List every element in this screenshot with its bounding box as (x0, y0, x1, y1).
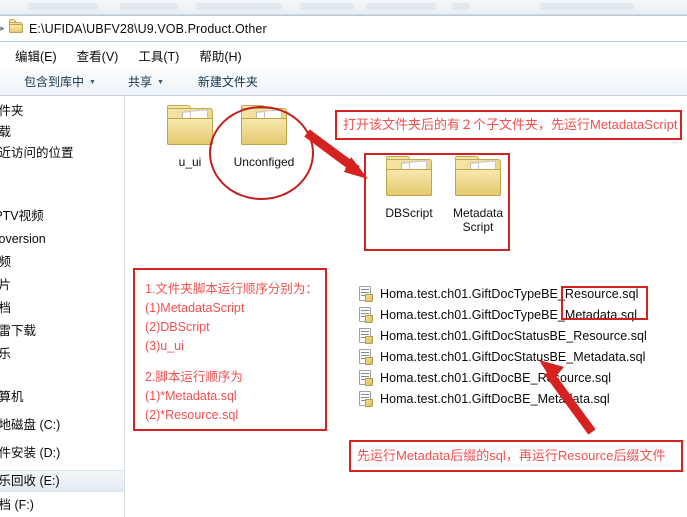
file-row[interactable]: Homa.test.ch01.GiftDocBE_Resource.sql (359, 370, 611, 386)
folder-icon (455, 156, 501, 196)
nav-item-music[interactable]: 音乐 (0, 347, 11, 362)
file-row[interactable]: Homa.test.ch01.GiftDocStatusBE_Resource.… (359, 328, 647, 344)
file-name: Homa.test.ch01.GiftDocStatusBE_Metadata.… (380, 350, 646, 364)
file-row[interactable]: Homa.test.ch01.GiftDocTypeBE_Resource.sq… (359, 286, 638, 302)
folder-tile-metadata-script[interactable]: Metadata Script (441, 156, 515, 234)
file-name: Homa.test.ch01.GiftDocBE_Metadata.sql (380, 392, 610, 406)
file-row[interactable]: Homa.test.ch01.GiftDocTypeBE_Metadata.sq… (359, 307, 637, 323)
address-path-text[interactable]: E:\UFIDA\UBFV28\U9.VOB.Product.Other (29, 22, 267, 36)
cmd-share[interactable]: 共享 ▼ (120, 70, 172, 93)
address-folder-icon (9, 18, 23, 38)
folder-icon (167, 105, 213, 145)
file-row[interactable]: Homa.test.ch01.GiftDocBE_Metadata.sql (359, 391, 610, 407)
folder-tile-unconfiged[interactable]: Unconfiged (227, 105, 301, 169)
command-bar: 包含到库中 ▼ 共享 ▼ 新建文件夹 (0, 68, 687, 96)
nav-item-drive-e-label: 娱乐回收 (E:) (0, 474, 60, 488)
folder-tile-metadata-script-label: Metadata Script (452, 206, 504, 234)
cmd-new-folder[interactable]: 新建文件夹 (190, 70, 266, 93)
cmd-include-in-library-label: 包含到库中 (24, 75, 85, 89)
nav-item-pictures[interactable]: 图片 (0, 278, 11, 293)
nav-item-drive-c[interactable]: 本地磁盘 (C:) (0, 418, 60, 433)
nav-item-folder[interactable]: 文件夹 (0, 104, 24, 119)
sql-file-icon (359, 307, 373, 323)
sql-file-icon (359, 328, 373, 344)
cmd-include-in-library[interactable]: 包含到库中 ▼ (16, 70, 104, 93)
nav-item-documents[interactable]: 文档 (0, 301, 11, 316)
chevron-down-icon: ▼ (156, 79, 164, 86)
nav-item-computer[interactable]: 计算机 (0, 390, 24, 405)
nav-item-drive-d[interactable]: 软件安装 (D:) (0, 446, 60, 461)
menu-view[interactable]: 查看(V) (68, 44, 128, 67)
chevron-down-icon: ▼ (89, 79, 96, 86)
navigation-pane[interactable]: 文件夹 下载 最近访问的位置 PPTV视频 Proversion 视频 图片 文… (0, 96, 125, 517)
folder-tile-dbscript-label: DBScript (385, 206, 433, 220)
folder-icon (241, 105, 287, 145)
sql-file-icon (359, 349, 373, 365)
menu-bar: 编辑(E) 查看(V) 工具(T) 帮助(H) (0, 43, 687, 68)
menu-tools[interactable]: 工具(T) (129, 44, 188, 67)
file-list-pane[interactable]: u_ui Unconfiged DBScript Metadata Script… (126, 96, 687, 517)
nav-item-recent-places[interactable]: 最近访问的位置 (0, 146, 74, 161)
folder-tile-u-ui-label: u_ui (178, 155, 202, 169)
nav-item-proversion[interactable]: Proversion (0, 232, 46, 247)
sql-file-icon (359, 391, 373, 407)
nav-item-thunder-downloads[interactable]: 迅雷下载 (0, 324, 36, 339)
breadcrumb-caret-icon[interactable]: ▸ (0, 24, 7, 33)
sql-file-icon (359, 370, 373, 386)
folder-icon (386, 156, 432, 196)
nav-item-videos[interactable]: 视频 (0, 255, 11, 270)
menu-help[interactable]: 帮助(H) (190, 44, 250, 67)
window-titlebar-strip (0, 0, 687, 15)
menu-edit[interactable]: 编辑(E) (6, 44, 66, 67)
file-row[interactable]: Homa.test.ch01.GiftDocStatusBE_Metadata.… (359, 349, 645, 365)
nav-item-downloads[interactable]: 下载 (0, 125, 11, 140)
file-name: Homa.test.ch01.GiftDocTypeBE_Metadata.sq… (380, 308, 638, 322)
nav-item-drive-e[interactable]: 娱乐回收 (E:) (0, 470, 124, 492)
cmd-share-label: 共享 (127, 75, 152, 89)
address-bar[interactable]: ▸ E:\UFIDA\UBFV28\U9.VOB.Product.Other (0, 15, 687, 42)
explorer-window: ▸ E:\UFIDA\UBFV28\U9.VOB.Product.Other 编… (0, 0, 687, 517)
folder-tile-unconfiged-label: Unconfiged (233, 155, 295, 169)
nav-item-pptv-video[interactable]: PPTV视频 (0, 209, 44, 224)
sql-file-icon (359, 286, 373, 302)
file-name: Homa.test.ch01.GiftDocBE_Resource.sql (380, 371, 612, 385)
folder-tile-dbscript[interactable]: DBScript (372, 156, 446, 220)
cmd-new-folder-label: 新建文件夹 (197, 75, 258, 89)
nav-item-drive-f[interactable]: 文档 (F:) (0, 498, 34, 513)
file-name: Homa.test.ch01.GiftDocTypeBE_Resource.sq… (380, 287, 639, 301)
folder-tile-u-ui[interactable]: u_ui (153, 105, 227, 169)
file-name: Homa.test.ch01.GiftDocStatusBE_Resource.… (380, 329, 647, 343)
